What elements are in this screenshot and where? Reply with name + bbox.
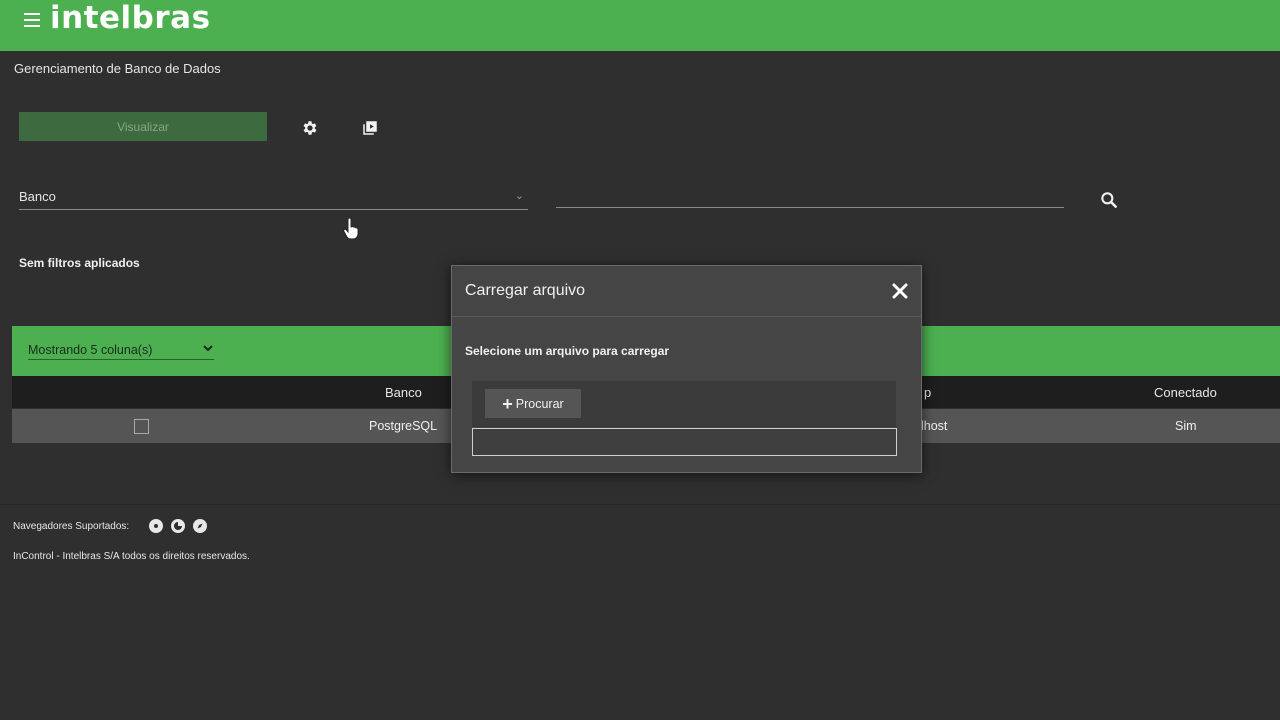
file-name-field[interactable] <box>472 428 897 456</box>
chevron-down-icon: ⌄ <box>514 190 524 202</box>
top-bar: intelbras <box>0 0 1280 51</box>
intelbras-logo: intelbras <box>50 0 211 36</box>
copyright-text: InControl - Intelbras S/A todos os direi… <box>13 551 250 562</box>
columns-select[interactable]: Mostrando 5 coluna(s) <box>28 343 214 360</box>
cell-host: lhost <box>921 419 948 433</box>
cell-banco: PostgreSQL <box>369 419 438 433</box>
search-icon[interactable] <box>1099 190 1119 210</box>
row-checkbox[interactable] <box>134 419 149 434</box>
view-button[interactable]: Visualizar <box>19 112 267 141</box>
media-library-icon[interactable] <box>359 117 381 139</box>
chrome-icon <box>149 519 163 533</box>
browse-label: Procurar <box>515 396 564 411</box>
dialog-title: Carregar arquivo <box>465 282 586 299</box>
upload-file-dialog: Carregar arquivo Selecione um arquivo pa… <box>451 265 922 473</box>
columns-select-label: Mostrando 5 coluna(s) <box>28 343 153 357</box>
database-select-value: Banco <box>19 189 56 204</box>
page-title: Gerenciamento de Banco de Dados <box>14 61 221 76</box>
header-conectado[interactable]: Conectado <box>1154 376 1217 408</box>
plus-icon: + <box>502 393 513 414</box>
cell-conectado: Sim <box>1175 419 1197 433</box>
gear-icon[interactable] <box>299 117 321 139</box>
filter-status: Sem filtros aplicados <box>19 256 140 270</box>
hand-cursor-icon <box>343 217 359 240</box>
close-icon[interactable] <box>892 283 908 299</box>
dialog-instruction: Selecione um arquivo para carregar <box>465 344 670 358</box>
dialog-header: Carregar arquivo <box>452 266 921 317</box>
database-select[interactable]: Banco ⌄ <box>19 189 528 210</box>
upload-zone: + Procurar <box>472 381 896 427</box>
browser-icons <box>149 519 207 533</box>
safari-icon <box>193 519 207 533</box>
hamburger-menu-icon[interactable] <box>24 13 40 27</box>
supported-browsers-label: Navegadores Suportados: <box>13 521 130 532</box>
header-host[interactable]: p <box>924 376 931 408</box>
chevron-down-icon <box>202 342 214 357</box>
header-banco[interactable]: Banco <box>385 376 422 408</box>
browse-button[interactable]: + Procurar <box>485 389 581 418</box>
footer-divider <box>0 504 1280 505</box>
search-input[interactable] <box>556 186 1064 208</box>
firefox-icon <box>171 519 185 533</box>
